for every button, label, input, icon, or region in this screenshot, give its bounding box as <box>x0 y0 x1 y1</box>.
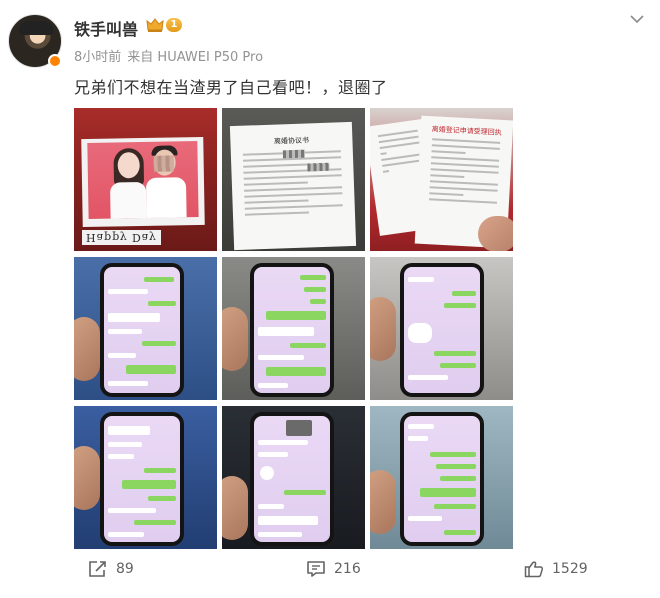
chat-screen <box>104 267 180 393</box>
image-chat-screenshot[interactable] <box>370 406 513 549</box>
photo-caption: Happy Day <box>82 230 161 245</box>
couple-photo <box>87 141 199 219</box>
redaction <box>282 149 306 159</box>
image-chat-screenshot[interactable] <box>222 406 365 549</box>
chat-screen <box>254 267 330 393</box>
post-action-bar: 89 216 1529 <box>0 556 660 588</box>
image-divorce-agreement[interactable]: 离婚协议书 <box>222 108 365 251</box>
image-chat-screenshot[interactable] <box>370 257 513 400</box>
image-chat-screenshot[interactable] <box>74 257 217 400</box>
hand <box>74 446 100 510</box>
redaction <box>307 162 330 172</box>
face-mosaic <box>153 155 174 172</box>
hand <box>370 297 396 361</box>
girl-body <box>110 181 147 219</box>
thumbs-up-icon <box>524 561 544 578</box>
image-couple-photo[interactable]: Happy Day <box>74 108 217 251</box>
hand <box>478 216 513 251</box>
hand <box>222 476 248 540</box>
chat-screen <box>254 416 330 542</box>
member-level-badge[interactable]: 1 <box>146 17 182 33</box>
like-count: 1529 <box>552 561 588 577</box>
image-grid: Happy Day 离婚协议书 离婚登记申请受理回执 <box>74 108 514 550</box>
phone <box>250 412 334 546</box>
post-source: 来自 HUAWEI P50 Pro <box>127 50 264 65</box>
phone <box>100 263 184 397</box>
hand <box>370 470 396 534</box>
comment-button[interactable]: 216 <box>306 560 361 578</box>
image-chat-screenshot[interactable] <box>74 406 217 549</box>
image-divorce-receipts[interactable]: 离婚登记申请受理回执 <box>370 108 513 251</box>
chat-screen <box>404 267 480 393</box>
repost-count: 89 <box>116 561 134 577</box>
image-chat-screenshot[interactable] <box>222 257 365 400</box>
verified-badge <box>48 54 62 68</box>
photo-card <box>81 136 205 228</box>
hand <box>74 317 100 381</box>
phone <box>100 412 184 546</box>
level-number: 1 <box>166 18 182 32</box>
boy-body <box>145 177 187 218</box>
more-options-button[interactable] <box>626 8 648 30</box>
author-name[interactable]: 铁手叫兽 <box>74 16 138 40</box>
phone <box>400 412 484 546</box>
comment-icon <box>307 561 325 577</box>
comment-count: 216 <box>334 561 361 577</box>
post-text: 兄弟们不想在当渣男了自己看吧！，退圈了 <box>74 78 388 97</box>
chat-screen <box>104 416 180 542</box>
chat-screen <box>404 416 480 542</box>
post-meta: 8小时前 来自 HUAWEI P50 Pro <box>74 46 263 65</box>
phone <box>250 263 334 397</box>
repost-button[interactable]: 89 <box>88 560 134 578</box>
document-title: 离婚登记申请受理回执 <box>431 125 502 137</box>
phone <box>400 263 484 397</box>
like-button[interactable]: 1529 <box>524 560 588 578</box>
document-paper: 离婚协议书 <box>229 121 357 251</box>
document-title: 离婚协议书 <box>273 136 310 146</box>
chevron-down-icon <box>630 14 644 23</box>
hand <box>222 307 248 371</box>
crown-icon <box>146 18 164 32</box>
repost-icon <box>89 561 106 577</box>
weibo-post: 铁手叫兽 1 8小时前 来自 HUAWEI P50 Pro 兄弟们不想在当渣男了自… <box>0 0 660 598</box>
post-time[interactable]: 8小时前 <box>74 50 121 65</box>
